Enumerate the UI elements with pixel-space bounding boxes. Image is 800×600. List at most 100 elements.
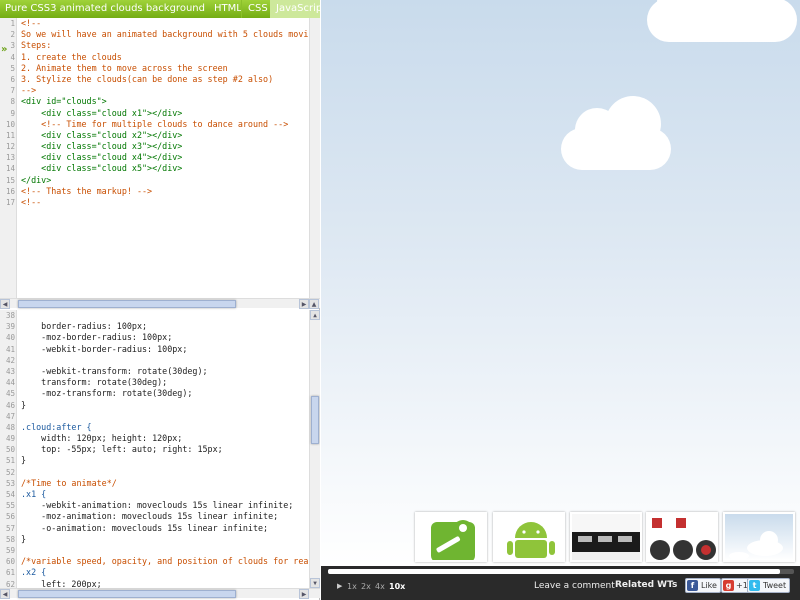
scrollbar-thumb[interactable] xyxy=(311,396,319,444)
code-text[interactable]: .x1 { xyxy=(21,489,46,500)
thumbnail-link[interactable] xyxy=(415,512,487,562)
code-text[interactable]: <!-- Thats the markup! --> xyxy=(21,186,152,197)
code-line[interactable]: 14 <div class="cloud x5"></div> xyxy=(0,163,308,174)
code-line[interactable]: 52 xyxy=(0,467,308,478)
code-line[interactable]: 51} xyxy=(0,455,308,466)
code-text[interactable]: /*Time to animate*/ xyxy=(21,478,117,489)
code-text[interactable]: top: -55px; left: auto; right: 15px; xyxy=(21,444,223,455)
code-text[interactable]: 2. Animate them to move across the scree… xyxy=(21,63,228,74)
facebook-like-button[interactable]: f Like xyxy=(685,578,721,593)
code-text[interactable]: <div class="cloud x1"></div> xyxy=(21,108,182,119)
code-line[interactable]: 2 So we will have an animated background … xyxy=(0,29,318,40)
code-line[interactable]: 12 <div class="cloud x3"></div> xyxy=(0,141,308,152)
speed-4x[interactable]: 4x xyxy=(375,582,385,591)
code-text[interactable]: -moz-transform: rotate(30deg); xyxy=(21,388,192,399)
code-text[interactable]: width: 120px; height: 120px; xyxy=(21,433,182,444)
html-editor-horizontal-scrollbar[interactable]: ◀ ▶ ▲ xyxy=(0,298,320,309)
html-editor[interactable]: 1 <!-- 2 So we will have an animated backgr… xyxy=(0,18,320,298)
speed-1x[interactable]: 1x xyxy=(347,582,357,591)
code-text[interactable]: 1. create the clouds xyxy=(21,52,122,63)
code-text[interactable]: <div class="cloud x4"></div> xyxy=(21,152,182,163)
tweet-button[interactable]: t Tweet xyxy=(747,578,791,593)
css-editor[interactable]: 38 39 border-radius: 100px; 40 -moz-border… xyxy=(0,310,320,588)
code-line[interactable]: 9 <div class="cloud x1"></div> xyxy=(0,108,308,119)
code-line[interactable]: 7 --> xyxy=(0,85,308,96)
code-line[interactable]: 53 /*Time to animate*/ xyxy=(0,478,308,489)
code-line[interactable]: 49 width: 120px; height: 120px; xyxy=(0,433,308,444)
code-line[interactable]: 50 top: -55px; left: auto; right: 15px; xyxy=(0,444,308,455)
css-code-lines[interactable]: 38 39 border-radius: 100px; 40 -moz-border… xyxy=(0,310,313,589)
code-line[interactable]: 55 -webkit-animation: moveclouds 15s lin… xyxy=(0,500,308,511)
code-text[interactable]: <div class="cloud x5"></div> xyxy=(21,163,182,174)
code-text[interactable]: --> xyxy=(21,85,36,96)
code-line[interactable]: 58} xyxy=(0,534,308,545)
code-line[interactable]: 44 transform: rotate(30deg); xyxy=(0,377,308,388)
thumbnail-link[interactable] xyxy=(646,512,718,562)
tab-css[interactable]: CSS xyxy=(241,0,269,18)
code-text[interactable]: -moz-animation: moveclouds 15s linear in… xyxy=(21,511,278,522)
code-line[interactable]: 6 3. Stylize the clouds(can be done as st… xyxy=(0,74,308,85)
code-text[interactable]: } xyxy=(21,400,26,411)
play-icon[interactable]: ▶ xyxy=(337,582,342,590)
related-wts-link[interactable]: Related WTs xyxy=(615,580,677,590)
leave-comment-link[interactable]: Leave a comment xyxy=(534,581,615,591)
code-line[interactable]: 5 2. Animate them to move across the scre… xyxy=(0,63,308,74)
code-text[interactable]: 3. Stylize the clouds(can be done as ste… xyxy=(21,74,273,85)
scroll-right-icon[interactable]: ▶ xyxy=(299,299,309,309)
code-text[interactable]: <div class="cloud x3"></div> xyxy=(21,141,182,152)
code-line[interactable]: 60 /*variable speed, opacity, and positio… xyxy=(0,556,313,567)
code-line[interactable]: 40 -moz-border-radius: 100px; xyxy=(0,332,308,343)
code-line[interactable]: 16 <!-- Thats the markup! --> xyxy=(0,186,308,197)
code-line[interactable]: 11 <div class="cloud x2"></div> xyxy=(0,130,308,141)
thumbnail-link[interactable] xyxy=(493,512,565,562)
code-line[interactable]: 39 border-radius: 100px; xyxy=(0,321,308,332)
code-text[interactable]: -webkit-transform: rotate(30deg); xyxy=(21,366,207,377)
code-text[interactable]: So we will have an animated background w… xyxy=(21,29,320,40)
code-line[interactable]: 17 <!-- xyxy=(0,197,308,208)
code-text[interactable]: left: 200px; xyxy=(21,579,102,589)
code-text[interactable]: <!-- xyxy=(21,197,41,208)
code-line[interactable]: 15 </div> xyxy=(0,175,308,186)
code-line[interactable]: 61 .x2 { xyxy=(0,567,308,578)
code-line[interactable]: 41 -webkit-border-radius: 100px; xyxy=(0,344,308,355)
thumbnail-link[interactable] xyxy=(723,512,795,562)
scroll-down-icon[interactable]: ▼ xyxy=(310,578,320,588)
code-line[interactable]: 4 1. create the clouds xyxy=(0,52,308,63)
code-line[interactable]: 56 -moz-animation: moveclouds 15s linear… xyxy=(0,511,308,522)
scrollbar-thumb[interactable] xyxy=(18,590,236,598)
code-text[interactable]: .cloud:after { xyxy=(21,422,92,433)
scroll-up-icon[interactable]: ▲ xyxy=(310,310,320,320)
css-editor-horizontal-scrollbar[interactable]: ◀ ▶ xyxy=(0,588,320,599)
code-text[interactable]: Steps: xyxy=(21,40,51,51)
code-line[interactable]: 54 .x1 { xyxy=(0,489,308,500)
code-line[interactable]: 62 left: 200px; xyxy=(0,579,308,589)
code-line[interactable]: 45 -moz-transform: rotate(30deg); xyxy=(0,388,308,399)
code-text[interactable]: } xyxy=(21,455,26,466)
thumbnail-link[interactable] xyxy=(570,512,642,562)
code-line[interactable]: 8 <div id="clouds"> xyxy=(0,96,308,107)
tab-javascript[interactable]: JavaScript xyxy=(270,0,326,18)
code-text[interactable]: transform: rotate(30deg); xyxy=(21,377,167,388)
code-line[interactable]: 43 -webkit-transform: rotate(30deg); xyxy=(0,366,308,377)
code-line[interactable]: 46} xyxy=(0,400,308,411)
code-line[interactable]: 47 xyxy=(0,411,308,422)
run-arrow-icon[interactable]: » xyxy=(1,44,7,55)
code-line[interactable]: 59 xyxy=(0,545,308,556)
code-line[interactable]: 42 xyxy=(0,355,308,366)
speed-2x[interactable]: 2x xyxy=(361,582,371,591)
tab-html[interactable]: HTML xyxy=(208,0,242,18)
scroll-right-icon[interactable]: ▶ xyxy=(299,589,309,599)
code-text[interactable]: <div id="clouds"> xyxy=(21,96,107,107)
code-line[interactable]: 38 xyxy=(0,310,308,321)
code-text[interactable]: } xyxy=(21,534,26,545)
code-text[interactable]: <!-- xyxy=(21,18,41,29)
html-editor-vertical-scrollbar[interactable] xyxy=(309,18,320,298)
code-line[interactable]: 3 Steps: xyxy=(0,40,308,51)
code-text[interactable]: -moz-border-radius: 100px; xyxy=(21,332,172,343)
html-code-lines[interactable]: 1 <!-- 2 So we will have an animated backgr… xyxy=(0,18,319,208)
css-editor-vertical-scrollbar[interactable]: ▲ ▼ xyxy=(309,310,320,588)
scrollbar-thumb[interactable] xyxy=(18,300,236,308)
code-text[interactable]: /*variable speed, opacity, and position … xyxy=(21,556,313,567)
code-text[interactable]: -o-animation: moveclouds 15s linear infi… xyxy=(21,523,268,534)
code-text[interactable]: <div class="cloud x2"></div> xyxy=(21,130,182,141)
